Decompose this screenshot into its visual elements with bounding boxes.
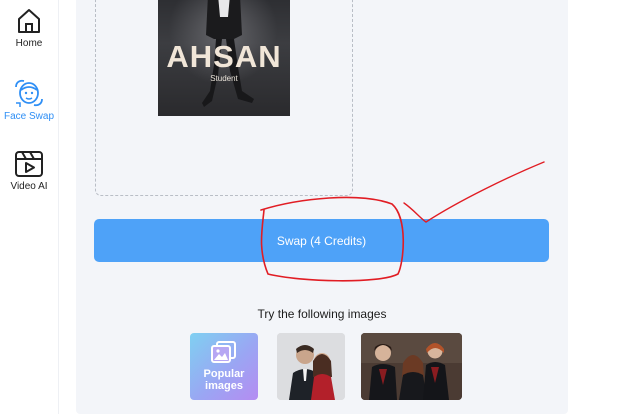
example-image-couple[interactable] [277, 333, 345, 400]
sidebar-item-home[interactable]: Home [0, 7, 58, 49]
face-swap-icon [15, 79, 43, 107]
sidebar-item-label: Home [15, 38, 43, 49]
images-icon [211, 341, 236, 363]
popular-label-line2: images [205, 380, 243, 392]
sidebar-item-video-ai[interactable]: Video AI [0, 150, 58, 192]
home-icon [18, 9, 40, 33]
face-swap-panel: AHSAN Student Swap (4 Credits) Try the f… [76, 0, 568, 414]
poster-name: AHSAN [166, 39, 282, 74]
sidebar-item-label: Face Swap [3, 111, 55, 122]
popular-images-thumbnail[interactable]: Popular images [190, 333, 258, 400]
uploaded-image: AHSAN Student [158, 0, 290, 116]
sidebar: Home Face Swap Video AI [0, 0, 59, 414]
poster-subtitle: Student [210, 74, 238, 83]
sidebar-item-label: Video AI [10, 181, 48, 192]
upload-dropzone[interactable]: AHSAN Student [95, 0, 353, 196]
examples-title: Try the following images [257, 307, 387, 321]
swap-button[interactable]: Swap (4 Credits) [94, 219, 549, 262]
video-icon [15, 151, 43, 177]
example-image-group[interactable] [361, 333, 462, 400]
popular-label-line1: Popular [203, 368, 245, 380]
sidebar-item-face-swap[interactable]: Face Swap [0, 78, 58, 122]
